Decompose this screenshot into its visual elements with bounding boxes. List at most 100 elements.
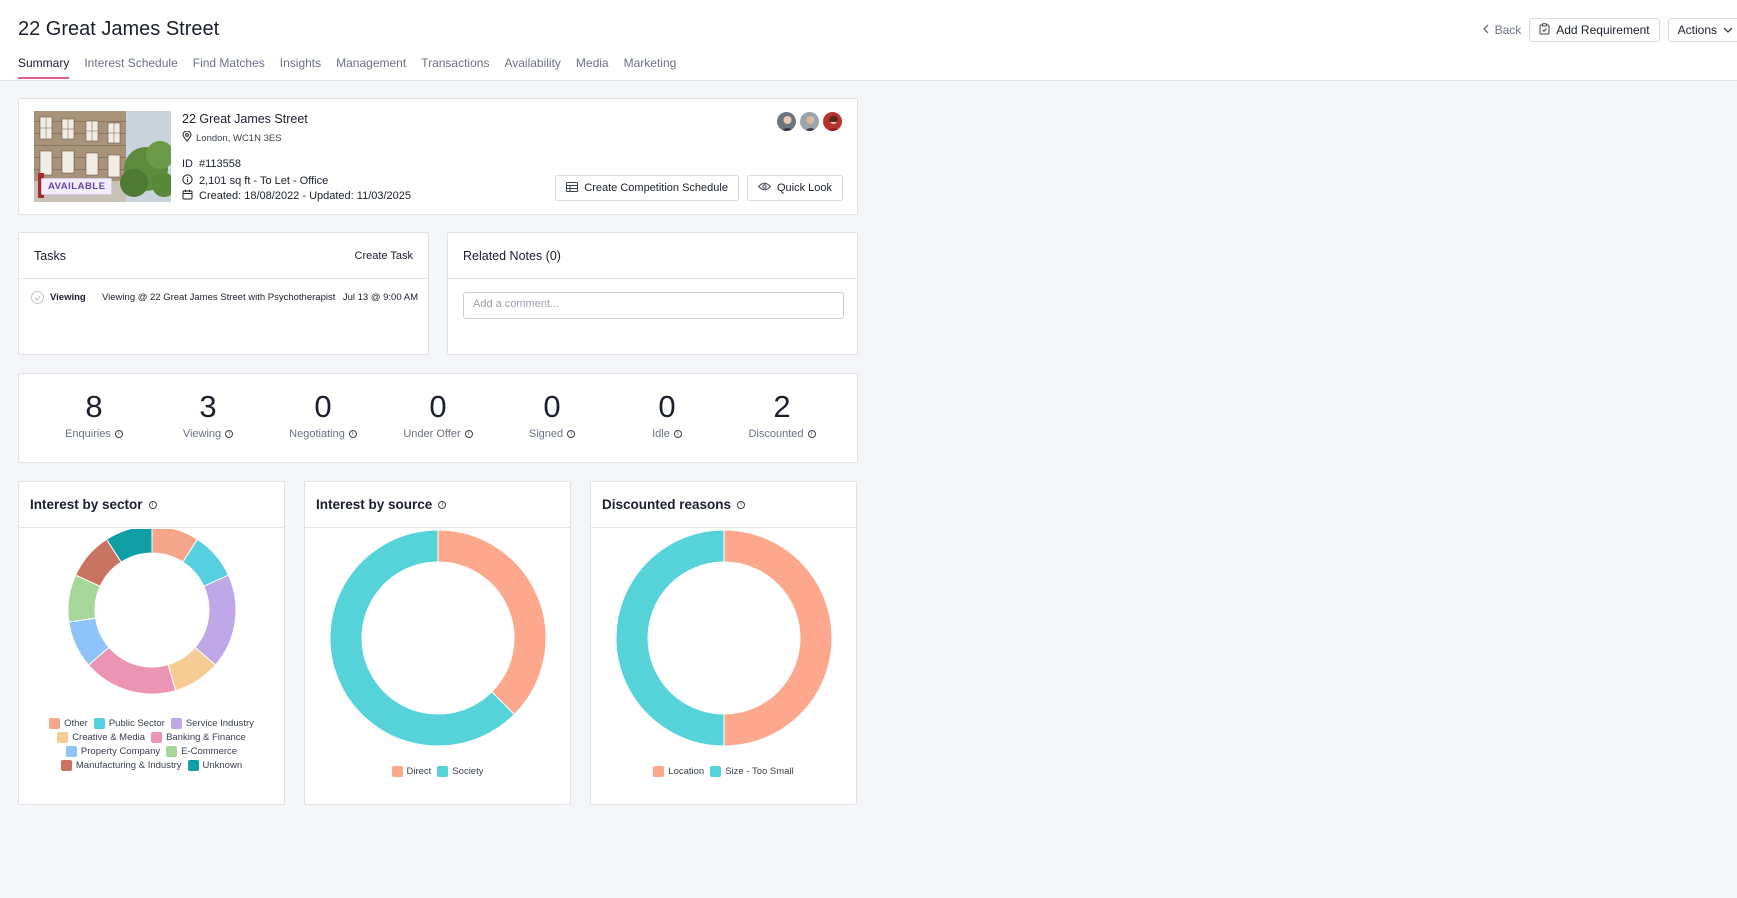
chart-header: Interest by source i	[305, 482, 570, 528]
legend-label: Society	[452, 766, 484, 777]
info-icon[interactable]: i	[438, 500, 447, 509]
legend-item-e-commerce[interactable]: E-Commerce	[166, 746, 237, 757]
stat-value: 0	[429, 389, 447, 424]
stat-under-offer[interactable]: 0 Under Offer i	[381, 389, 495, 440]
id-label: ID	[182, 158, 193, 170]
legend-label: Creative & Media	[72, 732, 146, 743]
create-competition-schedule-button[interactable]: Create Competition Schedule	[555, 175, 739, 201]
legend-label: Unknown	[202, 760, 243, 771]
tab-bar: Summary Interest Schedule Find Matches Insi…	[18, 56, 676, 79]
task-row[interactable]: Viewing Viewing @ 22 Great James Street …	[31, 291, 418, 304]
legend-label: E-Commerce	[181, 746, 238, 757]
tab-summary[interactable]: Summary	[18, 56, 70, 79]
chart-legend: Location Size - Too Small	[599, 766, 848, 777]
quick-look-button[interactable]: Quick Look	[746, 175, 843, 201]
stat-enquiries[interactable]: 8 Enquiries i	[37, 389, 151, 441]
legend-swatch	[166, 746, 178, 757]
legend-swatch	[57, 732, 69, 743]
tab-insights[interactable]: Insights	[280, 56, 321, 79]
clipboard-icon	[1539, 22, 1550, 38]
stat-label-text: Enquiries	[65, 428, 111, 441]
slice-direct[interactable]	[437, 529, 547, 716]
legend-item-creative-and-media[interactable]: Creative & Media	[57, 732, 145, 743]
legend-swatch	[187, 760, 199, 771]
chart-title: Discounted reasons	[602, 497, 732, 512]
chart-title: Interest by sector	[30, 497, 143, 512]
property-location: London, WC1N 3ES	[182, 130, 282, 145]
tasks-title: Tasks	[34, 248, 66, 263]
stat-value: 8	[85, 389, 103, 424]
slice-size-too-small[interactable]	[615, 529, 725, 747]
tab-transactions[interactable]: Transactions	[421, 56, 489, 79]
tab-interest-schedule[interactable]: Interest Schedule	[84, 56, 177, 79]
stat-signed[interactable]: 0 Signed i	[495, 389, 609, 440]
info-icon[interactable]: i	[807, 430, 816, 439]
slice-location[interactable]	[723, 529, 833, 747]
dates-text: Created: 18/08/2022 - Updated: 11/03/202…	[199, 190, 412, 202]
page-title: 22 Great James Street	[18, 18, 220, 40]
legend-item-location[interactable]: Location	[653, 766, 704, 777]
source-donut-chart	[329, 529, 547, 747]
discounted-donut-chart	[615, 529, 833, 747]
interest-by-source-card: Interest by source i Direct Society	[304, 481, 571, 805]
info-icon[interactable]: i	[148, 500, 157, 509]
tab-find-matches[interactable]: Find Matches	[193, 56, 265, 79]
info-icon[interactable]: i	[673, 430, 682, 439]
quick-look-label: Quick Look	[776, 182, 832, 194]
info-icon[interactable]: i	[114, 430, 123, 439]
notes-header: Related Notes (0)	[448, 233, 857, 279]
tab-marketing[interactable]: Marketing	[624, 56, 677, 79]
pipeline-stats-card: 8 Enquiries i 3 Viewing i 0 Negotiating i 0 Under …	[18, 373, 858, 463]
stat-value: 0	[543, 389, 561, 424]
status-badge: AVAILABLE	[41, 178, 113, 195]
tab-availability[interactable]: Availability	[504, 56, 560, 79]
info-icon	[182, 174, 193, 188]
slice-service-industry[interactable]	[194, 574, 237, 666]
legend-item-unknown[interactable]: Unknown	[187, 760, 243, 771]
info-icon[interactable]: i	[737, 500, 746, 509]
info-icon[interactable]: i	[348, 430, 357, 439]
comment-input[interactable]	[463, 292, 844, 319]
stat-value: 2	[773, 389, 791, 424]
back-link[interactable]: Back	[1482, 23, 1521, 37]
tab-management[interactable]: Management	[336, 56, 406, 79]
legend-item-public-sector[interactable]: Public Sector	[93, 718, 165, 729]
tab-media[interactable]: Media	[576, 56, 609, 79]
add-requirement-button[interactable]: Add Requirement	[1529, 18, 1660, 42]
info-icon[interactable]: i	[225, 430, 234, 439]
legend-item-property-company[interactable]: Property Company	[65, 746, 160, 757]
create-task-button[interactable]: Create Task	[355, 250, 414, 262]
legend-swatch	[151, 732, 163, 743]
legend-swatch	[710, 766, 722, 777]
avatar[interactable]	[776, 111, 797, 132]
chevron-down-icon	[1723, 23, 1733, 37]
actions-label: Actions	[1677, 23, 1717, 37]
stat-label: Idle i	[610, 428, 724, 440]
legend-swatch	[437, 766, 449, 777]
property-summary-card: AVAILABLE 22 Great James Street London, …	[18, 98, 858, 215]
legend-label: Other	[64, 718, 88, 729]
legend-item-size-too-small[interactable]: Size - Too Small	[710, 766, 794, 777]
tasks-card: Tasks Create Task Viewing Viewing @ 22 G…	[18, 232, 429, 355]
stat-negotiating[interactable]: 0 Negotiating i	[266, 389, 380, 440]
table-icon	[566, 181, 579, 195]
stat-idle[interactable]: 0 Idle i	[610, 389, 724, 440]
related-notes-card: Related Notes (0)	[447, 232, 858, 355]
avatar[interactable]	[822, 111, 843, 132]
legend-item-direct[interactable]: Direct	[391, 766, 431, 777]
property-photo[interactable]: AVAILABLE	[34, 111, 171, 202]
legend-item-society[interactable]: Society	[437, 766, 483, 777]
actions-dropdown[interactable]: Actions	[1667, 18, 1737, 42]
stat-viewing[interactable]: 3 Viewing i	[151, 389, 265, 440]
task-complete-checkbox[interactable]	[31, 291, 44, 304]
legend-item-other[interactable]: Other	[49, 718, 88, 729]
map-pin-icon	[182, 130, 192, 145]
info-icon[interactable]: i	[567, 430, 576, 439]
avatar[interactable]	[799, 111, 820, 132]
legend-swatch	[170, 718, 182, 729]
stat-discounted[interactable]: 2 Discounted i	[725, 389, 839, 440]
legend-item-manufacturing-and-industry[interactable]: Manufacturing & Industry	[60, 760, 182, 771]
legend-item-banking-and-finance[interactable]: Banking & Finance	[151, 732, 246, 743]
legend-item-service-industry[interactable]: Service Industry	[170, 718, 254, 729]
info-icon[interactable]: i	[464, 430, 473, 439]
